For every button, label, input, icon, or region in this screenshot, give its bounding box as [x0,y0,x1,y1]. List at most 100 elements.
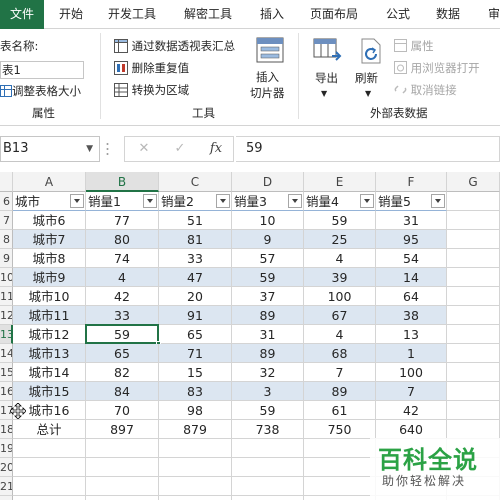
row-header[interactable]: 18 [0,420,13,439]
table-cell[interactable]: 83 [159,382,232,401]
column-header-c[interactable]: C [159,172,232,192]
filter-dropdown-icon[interactable] [288,194,302,208]
table-cell[interactable]: 84 [86,382,159,401]
external-properties-button[interactable]: 属性 [394,38,434,54]
table-cell[interactable]: 37 [232,287,304,306]
table-cell[interactable] [86,496,159,500]
insert-function-icon[interactable]: fx [201,137,231,161]
table-cell[interactable]: 9 [232,230,304,249]
table-cell[interactable] [447,306,500,325]
row-header[interactable]: 15 [0,363,13,382]
table-header-cell[interactable]: 销量5 [376,192,447,211]
table-cell[interactable] [304,496,376,500]
tab-page-layout[interactable]: 页面布局 [310,0,358,29]
table-cell[interactable]: 城市13 [13,344,86,363]
row-header[interactable]: 6 [0,192,13,211]
table-cell[interactable]: 4 [304,249,376,268]
table-cell[interactable] [304,439,376,458]
pivot-summary-button[interactable]: 通过数据透视表汇总 [114,38,235,54]
table-header-cell[interactable]: 销量2 [159,192,232,211]
table-cell[interactable] [159,496,232,500]
filter-dropdown-icon[interactable] [143,194,157,208]
table-cell[interactable]: 65 [86,344,159,363]
tab-review[interactable]: 审 [488,0,500,29]
tab-decrypt-tools[interactable]: 解密工具 [184,0,232,29]
table-cell[interactable] [232,439,304,458]
formula-input[interactable]: 59 [236,136,500,162]
table-cell[interactable]: 38 [376,306,447,325]
row-header[interactable]: 12 [0,306,13,325]
table-cell[interactable] [13,458,86,477]
table-cell[interactable] [447,325,500,344]
table-header-cell[interactable]: 销量1 [86,192,159,211]
table-cell[interactable]: 47 [159,268,232,287]
formula-bar-splitter-icon[interactable] [106,142,109,156]
table-cell[interactable]: 65 [159,325,232,344]
column-header-g[interactable]: G [447,172,500,192]
tab-home[interactable]: 开始 [59,0,83,29]
table-cell[interactable]: 城市9 [13,268,86,287]
table-cell[interactable]: 7 [304,363,376,382]
table-cell[interactable]: 74 [86,249,159,268]
table-cell[interactable]: 67 [304,306,376,325]
table-cell[interactable]: 25 [304,230,376,249]
resize-table-button[interactable]: 调整表格大小 [0,83,81,99]
table-cell[interactable]: 897 [86,420,159,439]
row-header[interactable]: 8 [0,230,13,249]
table-cell[interactable] [447,249,500,268]
table-cell[interactable] [159,458,232,477]
table-cell[interactable] [232,458,304,477]
table-cell[interactable]: 89 [304,382,376,401]
table-cell[interactable] [13,477,86,496]
tab-insert[interactable]: 插入 [260,0,284,29]
filter-dropdown-icon[interactable] [216,194,230,208]
table-cell[interactable]: 42 [86,287,159,306]
filter-dropdown-icon[interactable] [360,194,374,208]
table-cell[interactable] [447,287,500,306]
table-cell[interactable]: 42 [376,401,447,420]
table-cell[interactable] [304,477,376,496]
table-header-cell[interactable] [447,192,500,211]
table-cell[interactable]: 750 [304,420,376,439]
unlink-button[interactable]: 取消链接 [394,82,457,98]
table-cell[interactable] [304,458,376,477]
insert-slicer-button[interactable]: 插入 切片器 [248,35,292,103]
table-cell[interactable]: 13 [376,325,447,344]
table-cell[interactable]: 71 [159,344,232,363]
tab-developer[interactable]: 开发工具 [108,0,156,29]
table-cell[interactable]: 95 [376,230,447,249]
column-header-a[interactable]: A [13,172,86,192]
convert-to-range-button[interactable]: 转换为区域 [114,82,189,98]
open-in-browser-button[interactable]: 用浏览器打开 [394,60,480,76]
tab-data[interactable]: 数据 [436,0,460,29]
table-cell[interactable]: 57 [232,249,304,268]
table-cell[interactable]: 城市11 [13,306,86,325]
row-header[interactable]: 22 [0,496,13,500]
column-header-b[interactable]: B [86,172,159,192]
table-cell[interactable]: 20 [159,287,232,306]
table-cell[interactable]: 89 [232,306,304,325]
row-header[interactable]: 9 [0,249,13,268]
row-header[interactable]: 16 [0,382,13,401]
table-cell[interactable]: 总计 [13,420,86,439]
filter-dropdown-icon[interactable] [431,194,445,208]
table-cell[interactable]: 54 [376,249,447,268]
table-cell[interactable]: 70 [86,401,159,420]
table-cell[interactable] [86,477,159,496]
table-cell[interactable]: 77 [86,211,159,230]
table-cell[interactable]: 59 [232,401,304,420]
table-cell[interactable] [13,439,86,458]
table-cell[interactable]: 33 [159,249,232,268]
table-cell[interactable] [447,420,500,439]
table-cell[interactable]: 7 [376,382,447,401]
column-header-d[interactable]: D [232,172,304,192]
table-cell[interactable]: 10 [232,211,304,230]
table-cell[interactable]: 31 [376,211,447,230]
table-cell[interactable]: 59 [232,268,304,287]
table-cell[interactable]: 68 [304,344,376,363]
table-cell[interactable]: 100 [376,363,447,382]
row-header[interactable]: 20 [0,458,13,477]
column-header-e[interactable]: E [304,172,376,192]
table-cell[interactable] [447,382,500,401]
table-cell[interactable]: 城市14 [13,363,86,382]
